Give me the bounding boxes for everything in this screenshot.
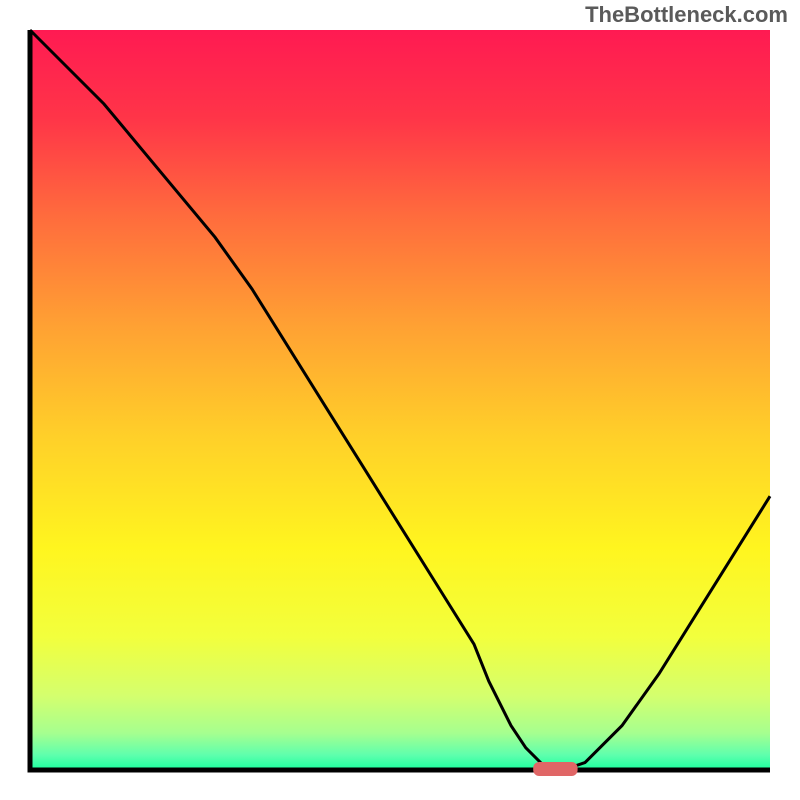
bottleneck-chart [0, 0, 800, 800]
chart-container: TheBottleneck.com [0, 0, 800, 800]
optimal-marker [533, 762, 577, 776]
plot-background [30, 30, 770, 770]
watermark-text: TheBottleneck.com [585, 2, 788, 28]
